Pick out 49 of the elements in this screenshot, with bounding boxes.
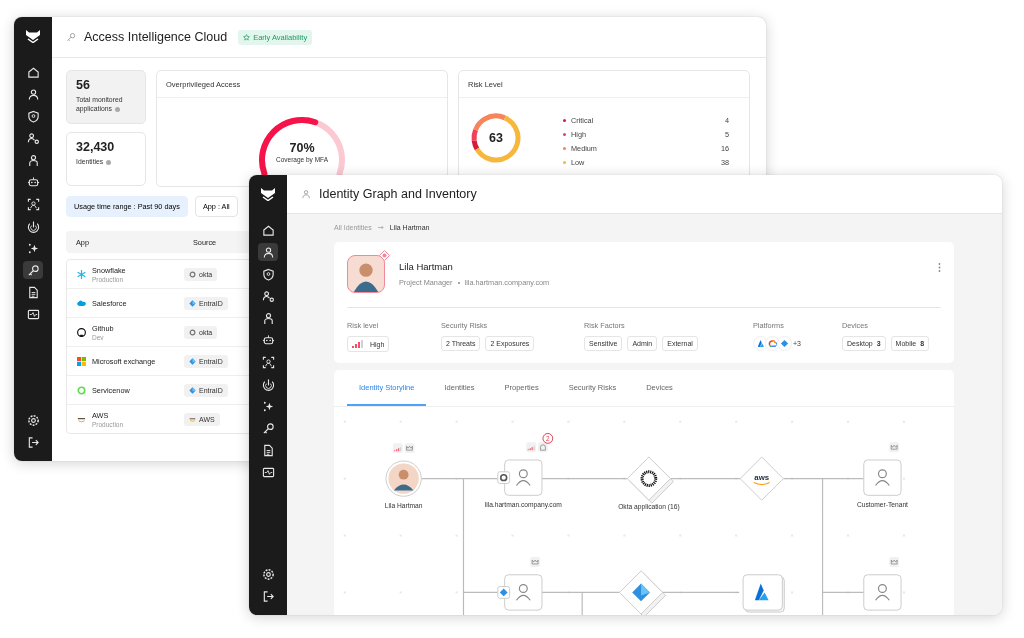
- identity-node[interactable]: [863, 574, 902, 611]
- alarm-icon: [538, 442, 548, 453]
- a-letter-icon: [753, 336, 768, 351]
- app-node[interactable]: [742, 574, 785, 613]
- snowflake-icon: [77, 269, 86, 279]
- ring-icon: [189, 270, 196, 278]
- source-icon: [497, 586, 511, 599]
- signal-icon: [352, 340, 366, 348]
- arrow-icon: [377, 224, 384, 230]
- diamond-icon: [189, 357, 196, 365]
- window-title: Access Intelligence Cloud: [84, 30, 228, 44]
- app-node[interactable]: aws: [739, 456, 784, 501]
- avatar: [347, 255, 385, 293]
- four-squares-icon: [77, 356, 86, 366]
- crown-icon: [404, 443, 415, 454]
- cloud-icon: [77, 298, 86, 308]
- logo-icon: [25, 29, 41, 43]
- profile-name: Lila Hartman: [399, 261, 454, 272]
- key-icon: [66, 31, 77, 43]
- app-node[interactable]: [619, 570, 667, 615]
- person-icon[interactable]: [258, 243, 278, 261]
- signal-icon: [392, 443, 403, 454]
- risk-score: 63: [489, 131, 503, 145]
- connector-line: [669, 478, 741, 480]
- diamond-icon: [777, 336, 792, 351]
- logo-icon: [260, 187, 276, 201]
- crown-icon: [530, 557, 540, 567]
- risk-badge-icon: [379, 250, 390, 261]
- gauge-value: 70%: [289, 141, 315, 155]
- signal-icon: [526, 442, 537, 453]
- identity-node[interactable]: [863, 459, 902, 496]
- ring-icon: [77, 385, 86, 395]
- cloud-icon: [765, 336, 780, 351]
- window-title: Identity Graph and Inventory: [319, 187, 477, 201]
- person-icon: [301, 188, 312, 200]
- source-icon: [497, 471, 511, 484]
- app-node[interactable]: [626, 456, 674, 504]
- crown-icon: [889, 557, 900, 567]
- more-icon[interactable]: [938, 263, 941, 272]
- crown-icon: [889, 442, 900, 453]
- identity-node[interactable]: [504, 459, 543, 496]
- donut-drawing: [469, 111, 523, 165]
- key-icon[interactable]: [23, 261, 43, 279]
- identity-node[interactable]: [504, 574, 543, 611]
- diamond-icon: [189, 299, 196, 307]
- ring-icon: [189, 328, 196, 336]
- avatar[interactable]: [385, 460, 422, 497]
- smile-arrow-icon: [189, 415, 196, 423]
- diamond-icon: [189, 386, 196, 394]
